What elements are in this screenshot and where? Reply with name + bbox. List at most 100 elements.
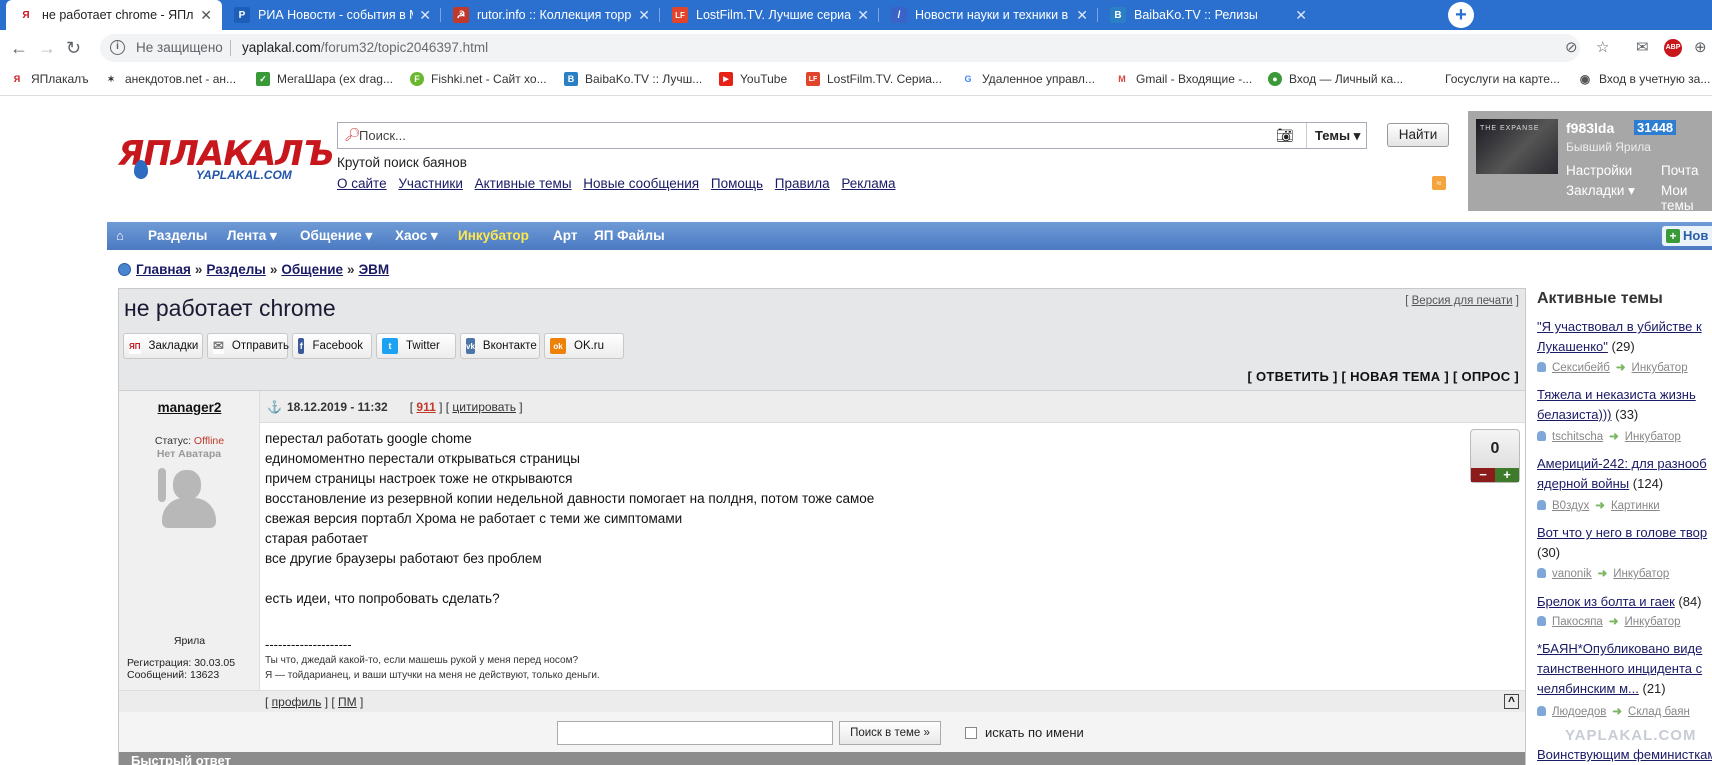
active-topic-item[interactable]: Вот что у него в голове твор (30) bbox=[1537, 523, 1712, 563]
tab-ria[interactable]: Р РИА Новости - события в Моск ✕ bbox=[222, 0, 441, 30]
bookmark-baibako[interactable]: B BaibaKo.TV :: Лучш... bbox=[564, 72, 702, 86]
close-icon[interactable]: ✕ bbox=[857, 7, 869, 24]
profile-link[interactable]: профиль bbox=[272, 695, 322, 709]
bookmark-gmail[interactable]: M Gmail - Входящие -... bbox=[1115, 72, 1252, 86]
nav-sections[interactable]: Разделы bbox=[148, 228, 207, 243]
my-topics-link[interactable]: Мои темы bbox=[1661, 183, 1712, 213]
tab-rutor[interactable]: ☭ rutor.info :: Коллекция торрент ✕ bbox=[441, 0, 660, 30]
adblock-icon[interactable]: ABP bbox=[1664, 39, 1682, 57]
active-topic-meta: B0здух ➜ Картинки bbox=[1537, 498, 1712, 512]
rss-icon[interactable]: ≈ bbox=[1432, 176, 1446, 190]
bookmark-youtube[interactable]: ▶ YouTube bbox=[719, 72, 787, 86]
baibako-icon: B bbox=[564, 72, 578, 86]
breadcrumb-communication[interactable]: Общение bbox=[281, 262, 343, 277]
topic-actions[interactable]: [ ОТВЕТИТЬ ] [ НОВАЯ ТЕМА ] [ ОПРОС ] bbox=[1247, 369, 1519, 384]
bookmark-fishki[interactable]: F Fishki.net - Сайт хо... bbox=[410, 72, 547, 86]
forward-arrow-icon[interactable]: → bbox=[38, 38, 56, 59]
nav-communication[interactable]: Общение ▾ bbox=[300, 228, 372, 244]
bookmark-remote-desktop[interactable]: G Удаленное управл... bbox=[961, 72, 1095, 86]
link-active-topics[interactable]: Активные темы bbox=[475, 176, 572, 191]
print-link[interactable]: Версия для печати bbox=[1412, 295, 1513, 307]
tab-science-news[interactable]: / Новости науки и техники в Рос ✕ bbox=[879, 0, 1098, 30]
extension-globe-icon[interactable]: ⊕ bbox=[1694, 38, 1707, 56]
active-topic-item[interactable]: *БАЯН*Опубликовано виде таинственного инц… bbox=[1537, 639, 1712, 699]
mail-link[interactable]: Почта bbox=[1661, 163, 1699, 178]
quote-link[interactable]: цитировать bbox=[452, 400, 516, 414]
share-ok-button[interactable]: ok OK.ru bbox=[544, 333, 624, 359]
mail-extension-icon[interactable]: ✉ bbox=[1636, 38, 1649, 56]
nav-art[interactable]: Арт bbox=[553, 228, 577, 243]
share-bookmarks-button[interactable]: ЯП Закладки bbox=[123, 333, 203, 359]
upvote-button[interactable]: + bbox=[1495, 468, 1519, 482]
bookmark-anekdotov[interactable]: ✶ анекдотов.net - ан... bbox=[104, 72, 236, 86]
pm-link[interactable]: ПМ bbox=[338, 695, 357, 709]
link-new-messages[interactable]: Новые сообщения bbox=[583, 176, 699, 191]
scroll-top-button[interactable]: ^ bbox=[1503, 694, 1519, 709]
link-help[interactable]: Помощь bbox=[711, 176, 763, 191]
link-rules[interactable]: Правила bbox=[775, 176, 830, 191]
quick-reply-header[interactable]: Быстрый ответ bbox=[119, 752, 1525, 765]
tab-lostfilm[interactable]: LF LostFilm.TV. Лучшие сериалы. О ✕ bbox=[660, 0, 879, 30]
downvote-button[interactable]: − bbox=[1471, 468, 1495, 482]
bookmarks-menu[interactable]: Закладки ▾ bbox=[1566, 183, 1635, 199]
bookmark-star-icon[interactable]: ☆ bbox=[1596, 38, 1609, 56]
topic-search-input[interactable] bbox=[557, 721, 833, 745]
reload-icon[interactable]: ↻ bbox=[66, 38, 81, 59]
author-name[interactable]: manager2 bbox=[119, 400, 260, 415]
nav-incubator[interactable]: Инкубатор bbox=[458, 228, 529, 243]
active-topic-item[interactable]: Тяжела и неказиста жизнь белазиста))) (33… bbox=[1537, 385, 1712, 425]
active-topic-item[interactable]: Брелок из болта и гаек (84) bbox=[1537, 592, 1712, 612]
share-twitter-button[interactable]: t Twitter bbox=[376, 333, 456, 359]
close-icon[interactable]: ✕ bbox=[1295, 7, 1307, 24]
close-icon[interactable]: ✕ bbox=[638, 7, 650, 24]
blocked-popup-icon[interactable]: ⊘ bbox=[1565, 38, 1578, 56]
camera-icon[interactable]: 📷︎ bbox=[1276, 127, 1294, 144]
security-indicator[interactable]: Не защищено bbox=[136, 40, 223, 55]
settings-link[interactable]: Настройки bbox=[1566, 163, 1632, 178]
breadcrumb-home[interactable]: Главная bbox=[136, 262, 191, 277]
tab-yaplakal[interactable]: Я не работает chrome - ЯПлакалъ ✕ bbox=[6, 0, 222, 30]
share-facebook-button[interactable]: f Facebook bbox=[292, 333, 372, 359]
bookmark-lostfilm[interactable]: LF LostFilm.TV. Сериа... bbox=[806, 72, 942, 86]
bookmark-account-login[interactable]: ◉ Вход в учетную за... bbox=[1578, 72, 1710, 86]
username[interactable]: f983lda bbox=[1566, 120, 1614, 136]
nav-chaos[interactable]: Хаос ▾ bbox=[395, 228, 438, 244]
lostfilm-icon: LF bbox=[806, 72, 820, 86]
close-icon[interactable]: ✕ bbox=[1076, 7, 1088, 24]
active-topic-item[interactable]: Америций-242: для разнооб ядерной войны (… bbox=[1537, 454, 1712, 494]
active-topic-item[interactable]: Воинствующим феминисткам bbox=[1537, 745, 1712, 765]
post-number[interactable]: 911 bbox=[416, 400, 435, 414]
close-icon[interactable]: ✕ bbox=[419, 7, 431, 24]
back-arrow-icon[interactable]: ← bbox=[10, 38, 28, 59]
link-members[interactable]: Участники bbox=[398, 176, 463, 191]
bookmark-gosuslugi[interactable]: Госуслуги на карте... bbox=[1445, 72, 1560, 86]
nav-feed[interactable]: Лента ▾ bbox=[227, 228, 277, 244]
new-post-button[interactable]: + Нов bbox=[1662, 226, 1712, 246]
search-scope-select[interactable]: Темы ▾ bbox=[1306, 123, 1366, 148]
info-icon[interactable]: i bbox=[110, 40, 125, 55]
bookmark-personal-account[interactable]: ● Вход — Личный ка... bbox=[1268, 72, 1403, 86]
anchor-icon[interactable]: ⚓ bbox=[267, 400, 282, 414]
breadcrumb-sections[interactable]: Разделы bbox=[206, 262, 265, 277]
link-ads[interactable]: Реклама bbox=[841, 176, 895, 191]
search-button[interactable]: Найти bbox=[1387, 123, 1449, 147]
share-send-button[interactable]: ✉ Отправить bbox=[207, 333, 289, 359]
url-text[interactable]: yaplakal.com/forum32/topic2046397.html bbox=[242, 40, 488, 55]
topic-search-button[interactable]: Поиск в теме » bbox=[839, 721, 941, 745]
share-vk-button[interactable]: vk Вконтакте bbox=[460, 333, 540, 359]
bookmark-megashara[interactable]: ✓ МегаШара (ex drag... bbox=[256, 72, 393, 86]
avatar[interactable]: THE EXPANSE bbox=[1476, 119, 1558, 174]
link-about[interactable]: О сайте bbox=[337, 176, 387, 191]
new-tab-button[interactable]: + bbox=[1448, 2, 1474, 28]
search-by-name-checkbox[interactable] bbox=[965, 727, 977, 739]
site-logo[interactable]: ЯПЛАКАЛЪ YAPLAKAL.COM bbox=[118, 134, 334, 182]
nav-files[interactable]: ЯП Файлы bbox=[594, 228, 665, 243]
tab-baibako[interactable]: B BaibaKo.TV :: Релизы ✕ bbox=[1098, 0, 1317, 30]
close-icon[interactable]: ✕ bbox=[200, 7, 212, 24]
home-icon[interactable]: ⌂ bbox=[116, 228, 124, 243]
breadcrumb-evm[interactable]: ЭВМ bbox=[359, 262, 390, 277]
search-input[interactable]: Поиск... bbox=[359, 128, 406, 143]
active-topic-item[interactable]: "Я участвовал в убийстве к Лукашенко" (29… bbox=[1537, 317, 1712, 357]
bookmark-yaplakal[interactable]: Я ЯПлакалъ bbox=[10, 72, 89, 86]
address-bar[interactable]: i Не защищено yaplakal.com/forum32/topic… bbox=[100, 34, 1580, 62]
